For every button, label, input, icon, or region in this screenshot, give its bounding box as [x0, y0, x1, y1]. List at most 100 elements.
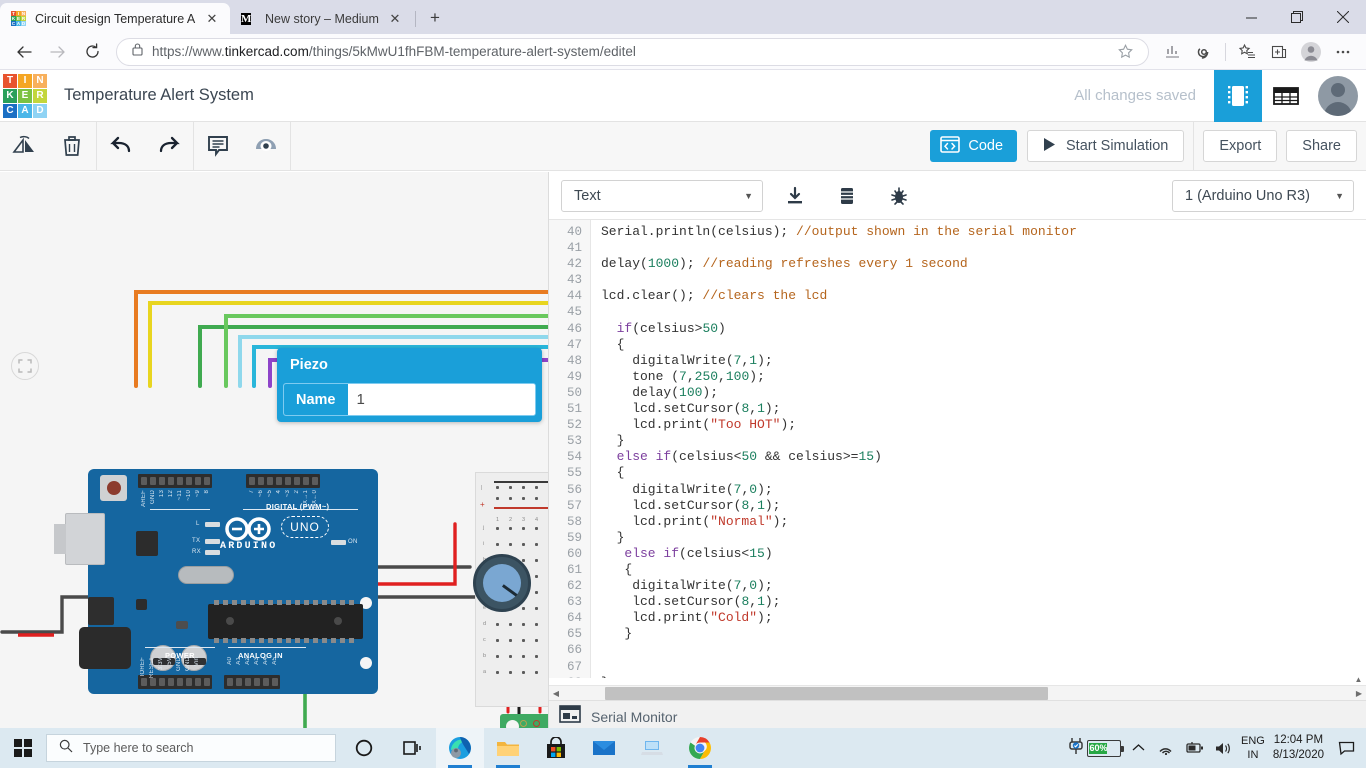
close-icon[interactable]: ✕ [204, 11, 220, 27]
breadboard-hole[interactable] [496, 623, 499, 626]
new-tab-button[interactable]: + [422, 5, 448, 31]
horizontal-scrollbar[interactable]: ◀ ▶ [549, 685, 1366, 700]
header-pin[interactable] [168, 678, 174, 686]
header-pin[interactable] [312, 477, 318, 485]
header-pin[interactable] [249, 477, 255, 485]
breadboard-hole[interactable] [522, 543, 525, 546]
header-pin[interactable] [186, 678, 192, 686]
header-pin[interactable] [294, 477, 300, 485]
download-icon[interactable] [775, 180, 815, 212]
header-pin[interactable] [285, 477, 291, 485]
redo-icon[interactable] [145, 122, 193, 170]
breadboard-hole[interactable] [509, 527, 512, 530]
breadboard-hole[interactable] [509, 639, 512, 642]
breadboard-hole[interactable] [496, 655, 499, 658]
header-pin[interactable] [159, 477, 165, 485]
start-icon[interactable] [0, 728, 46, 768]
browser-tab-0[interactable]: TINKERCAD Circuit design Temperature Ale… [0, 3, 230, 34]
action-center-icon[interactable] [1332, 741, 1360, 756]
header-pin[interactable] [276, 477, 282, 485]
breadboard-hole[interactable] [509, 623, 512, 626]
potentiometer-knob[interactable] [502, 584, 517, 596]
export-button[interactable]: Export [1203, 130, 1277, 162]
piezo-name-field[interactable]: Name [283, 383, 536, 416]
header-pin[interactable] [204, 477, 210, 485]
serial-monitor-label[interactable]: Serial Monitor [591, 709, 677, 725]
breadboard-hole[interactable] [535, 575, 538, 578]
properties-table-icon[interactable] [1262, 70, 1310, 122]
breadboard-hole[interactable] [509, 655, 512, 658]
code-mode-select[interactable]: Text ▼ [561, 180, 763, 212]
breadboard-hole[interactable] [522, 607, 525, 610]
start-simulation-button[interactable]: Start Simulation [1027, 130, 1184, 162]
code-button[interactable]: Code [930, 130, 1017, 162]
edge-icon[interactable] [436, 728, 484, 768]
breadboard-hole[interactable] [535, 486, 538, 489]
back-arrow-icon[interactable] [8, 37, 40, 67]
breadboard-hole[interactable] [535, 671, 538, 674]
header-pin[interactable] [150, 678, 156, 686]
debug-icon[interactable] [879, 180, 919, 212]
breadboard-hole[interactable] [522, 655, 525, 658]
delete-icon[interactable] [48, 122, 96, 170]
restore-icon[interactable] [1274, 0, 1320, 34]
header-pin[interactable] [303, 477, 309, 485]
header-pin[interactable] [204, 678, 210, 686]
breadboard-hole[interactable] [522, 623, 525, 626]
tinkercad-logo[interactable]: TINKERCAD [3, 74, 47, 118]
header-pin[interactable] [150, 477, 156, 485]
arduino-uno-board[interactable]: DIGITAL (PWM~) POWER ANALOG IN ARDUINO U… [88, 469, 378, 694]
breadboard-hole[interactable] [496, 671, 499, 674]
close-icon[interactable] [1320, 0, 1366, 34]
volume-icon[interactable] [1213, 741, 1233, 756]
components-panel-icon[interactable] [1214, 70, 1262, 122]
breadboard-hole[interactable] [535, 527, 538, 530]
header-pin[interactable] [227, 678, 233, 686]
cortana-icon[interactable] [340, 728, 388, 768]
profile-icon[interactable] [1296, 37, 1326, 67]
scrollbar-thumb[interactable] [605, 687, 1048, 700]
breadboard-hole[interactable] [509, 543, 512, 546]
chrome-icon[interactable] [676, 728, 724, 768]
piezo-properties-panel[interactable]: Piezo Name [277, 348, 542, 422]
header-pin[interactable] [254, 678, 260, 686]
breadboard-hole[interactable] [509, 497, 512, 500]
collections-icon[interactable] [1157, 37, 1187, 67]
favorites-icon[interactable] [1232, 37, 1262, 67]
mail-icon[interactable] [580, 728, 628, 768]
code-text-area[interactable]: Serial.println(celsius); //output shown … [591, 220, 1366, 678]
board-select[interactable]: 1 (Arduino Uno R3) ▼ [1172, 180, 1354, 212]
header-pin[interactable] [141, 477, 147, 485]
header-pin[interactable] [195, 678, 201, 686]
breadboard-hole[interactable] [535, 655, 538, 658]
breadboard-hole[interactable] [522, 639, 525, 642]
task-view-icon[interactable] [388, 728, 436, 768]
scroll-right-arrow-icon[interactable]: ▶ [1352, 689, 1366, 698]
breadboard-hole[interactable] [509, 486, 512, 489]
browser-tab-1[interactable]: M New story – Medium ✕ [230, 3, 413, 34]
library-icon[interactable] [827, 180, 867, 212]
reload-icon[interactable] [76, 37, 108, 67]
breadboard-hole[interactable] [535, 607, 538, 610]
clock[interactable]: 12:04 PM 8/13/2020 [1273, 733, 1324, 763]
file-explorer-icon[interactable] [484, 728, 532, 768]
scroll-left-arrow-icon[interactable]: ◀ [549, 689, 563, 698]
remote-desktop-icon[interactable] [628, 728, 676, 768]
rotate-icon[interactable] [0, 122, 48, 170]
tab-collections-icon[interactable] [1264, 37, 1294, 67]
battery-status-badge[interactable]: 60% [1068, 737, 1121, 760]
breadboard-hole[interactable] [535, 639, 538, 642]
breadboard-hole[interactable] [535, 497, 538, 500]
minimize-icon[interactable] [1228, 0, 1274, 34]
forward-arrow-icon[interactable] [42, 37, 74, 67]
header-pin[interactable] [245, 678, 251, 686]
breadboard-hole[interactable] [522, 486, 525, 489]
header-pin[interactable] [168, 477, 174, 485]
battery-small-icon[interactable] [1185, 742, 1205, 754]
header-pin[interactable] [177, 477, 183, 485]
header-pin[interactable] [263, 678, 269, 686]
header-pin[interactable] [267, 477, 273, 485]
breadboard-hole[interactable] [522, 527, 525, 530]
breadboard-hole[interactable] [496, 527, 499, 530]
header-pin[interactable] [141, 678, 147, 686]
